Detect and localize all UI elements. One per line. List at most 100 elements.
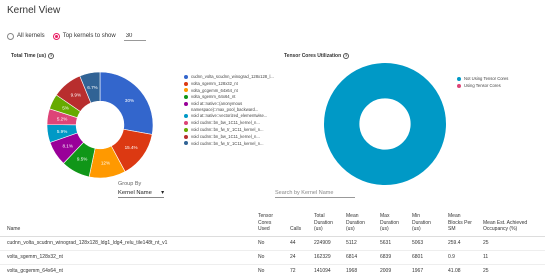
kernel-filter: All kernels Top kernels to show [7, 31, 146, 41]
table-cell: 224909 [310, 236, 342, 251]
total-time-title-text: Total Time (us) [11, 53, 47, 59]
legend-label: cudnn_volta_scudnn_winograd_128x128_l... [191, 74, 274, 79]
total-time-title: Total Time (us) ? [11, 53, 55, 59]
table-cell: 1968 [342, 264, 376, 277]
legend-label: Using Tensor Cores [464, 82, 501, 88]
tensor-cores-title: Tensor Cores Utilization ? [284, 53, 350, 59]
tensor-cores-pie-chart [323, 62, 447, 186]
all-kernels-radio[interactable] [7, 32, 14, 40]
top-kernels-radio[interactable] [52, 32, 60, 40]
legend-item[interactable]: volta_sgemm_64x64_nt [184, 94, 276, 99]
table-cell: 0.9 [444, 250, 479, 265]
legend-label: void cudnn::bn_bw_1C11_kernel_n... [191, 120, 260, 126]
table-cell: 1967 [408, 264, 444, 277]
legend-swatch [184, 120, 188, 125]
legend-label: void cudnn::bn_fw_tr_1C11_kernel_n... [191, 140, 264, 146]
legend-swatch [184, 101, 188, 106]
table-cell: 44 [286, 236, 310, 251]
table-cell: No [254, 250, 286, 265]
table-cell: 141094 [310, 264, 342, 277]
legend-item[interactable]: volta_sgemm_128x32_nt [184, 81, 276, 86]
legend-item[interactable]: Using Tensor Cores [457, 83, 537, 88]
legend-label: void cudnn::bn_bw_1C11_kernel_n... [191, 133, 260, 139]
legend-swatch [457, 83, 461, 88]
slice-label: 5.9% [57, 129, 67, 134]
table-cell: cudnn_volta_scudnn_winograd_128x128_ldg1… [0, 236, 254, 251]
table-row[interactable]: volta_gcgemm_64x64_nt No 72 141094 1968 … [0, 264, 545, 277]
column-header[interactable]: Max Duration (us) [376, 204, 408, 237]
slice-label: 9.9% [71, 93, 81, 98]
kernel-table: Name Tensor Cores Used Calls Total Durat… [0, 204, 545, 277]
table-cell: 11 [479, 250, 545, 265]
legend-swatch [184, 95, 188, 100]
slice-label: 5% [62, 106, 69, 111]
legend-swatch [184, 74, 188, 79]
table-cell: 6801 [408, 250, 444, 265]
slice-label: 8.1% [62, 143, 72, 148]
table-cell: 6814 [342, 250, 376, 265]
table-cell: 5063 [408, 236, 444, 251]
column-header[interactable]: Mean Blocks Per SM [444, 204, 479, 237]
legend-label: void at::native::vectorized_elementwise.… [191, 113, 268, 119]
table-header-row: Name Tensor Cores Used Calls Total Durat… [0, 204, 545, 237]
slice-label: 6.7% [87, 85, 97, 90]
column-header[interactable]: Tensor Cores Used [254, 204, 286, 237]
legend-item[interactable]: void cudnn::bn_bw_1C11_kernel_n... [184, 120, 276, 125]
legend-swatch [184, 134, 188, 139]
column-header[interactable]: Calls [286, 204, 310, 237]
table-cell: 6839 [376, 250, 408, 265]
column-header[interactable]: Min Duration (us) [408, 204, 444, 237]
legend-item[interactable]: void cudnn::bn_bw_1C11_kernel_n... [184, 134, 276, 139]
legend-item[interactable]: void at::native::(anonymous namespace)::… [184, 101, 276, 112]
slice-label: 12% [101, 161, 110, 166]
table-cell: 259.4 [444, 236, 479, 251]
legend-swatch [184, 81, 188, 86]
all-kernels-label[interactable]: All kernels [17, 33, 45, 39]
top-kernels-input[interactable] [123, 31, 146, 41]
table-cell: 72 [286, 264, 310, 277]
legend-swatch [457, 76, 461, 81]
legend-swatch [184, 127, 188, 132]
legend-item[interactable]: void cudnn::bn_fw_tr_1C11_kernel_n... [184, 141, 276, 146]
table-cell: 5631 [376, 236, 408, 251]
pie-slice[interactable] [323, 62, 447, 186]
legend-swatch [184, 114, 188, 119]
tensor-cores-legend: Not Using Tensor Cores Using Tensor Cores [457, 76, 537, 90]
legend-label: void at::native::(anonymous namespace)::… [191, 101, 259, 112]
table-cell: No [254, 236, 286, 251]
legend-label: volta_sgemm_64x64_nt [191, 94, 236, 100]
help-icon[interactable]: ? [343, 53, 350, 59]
table-cell: 162329 [310, 250, 342, 265]
legend-label: Not Using Tensor Cores [464, 76, 509, 81]
search-input[interactable]: Search by Kernel Name [275, 190, 355, 198]
table-row[interactable]: volta_sgemm_128x32_nt No 24 162329 6814 … [0, 250, 545, 265]
slice-label: 30% [125, 98, 134, 103]
table-cell: 24 [286, 250, 310, 265]
legend-item[interactable]: cudnn_volta_scudnn_winograd_128x128_l... [184, 74, 276, 79]
table-cell: volta_gcgemm_64x64_nt [0, 264, 254, 277]
table-row[interactable]: cudnn_volta_scudnn_winograd_128x128_ldg1… [0, 236, 545, 251]
top-kernels-label[interactable]: Top kernels to show [63, 33, 116, 39]
column-header[interactable]: Name [0, 204, 254, 237]
column-header[interactable]: Mean Est. Achieved Occupancy (%) [479, 204, 545, 237]
legend-item[interactable]: void cudnn::bn_fw_tr_1C11_kernel_n... [184, 127, 276, 132]
legend-swatch [184, 88, 188, 93]
column-header[interactable]: Mean Duration (us) [342, 204, 376, 237]
legend-label: volta_sgemm_128x32_nt [191, 80, 238, 86]
legend-item[interactable]: volta_gcgemm_64x64_nt [184, 88, 276, 93]
slice-label: 15.4% [125, 145, 138, 150]
legend-item[interactable]: void at::native::vectorized_elementwise.… [184, 113, 276, 118]
table-cell: 25 [479, 236, 545, 251]
table-cell: 2009 [376, 264, 408, 277]
legend-label: void cudnn::bn_fw_tr_1C11_kernel_n... [191, 126, 264, 132]
table-cell: 5112 [342, 236, 376, 251]
legend-item[interactable]: Not Using Tensor Cores [457, 76, 537, 81]
total-time-legend: cudnn_volta_scudnn_winograd_128x128_l...… [184, 74, 276, 147]
pie-slice[interactable] [99, 71, 154, 135]
column-header[interactable]: Total Duration (us) [310, 204, 342, 237]
help-icon[interactable]: ? [48, 53, 55, 59]
group-by-select[interactable]: Kernel Name ▾ [118, 190, 164, 198]
table-cell: 25 [479, 264, 545, 277]
table-cell: 41.08 [444, 264, 479, 277]
slice-label: 9.5% [77, 157, 87, 162]
